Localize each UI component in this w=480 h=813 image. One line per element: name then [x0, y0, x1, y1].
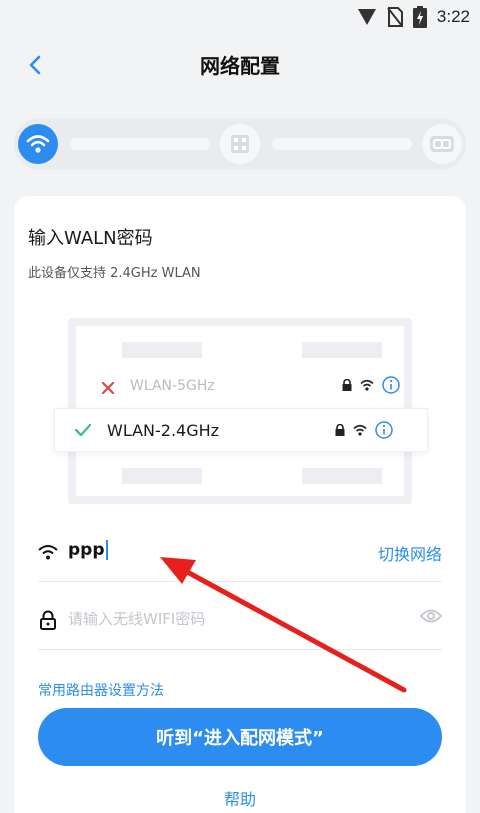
placeholder-bar: [122, 342, 202, 358]
check-icon: [75, 424, 91, 436]
password-input[interactable]: [68, 604, 388, 634]
wifi-name-input[interactable]: ppp: [68, 540, 108, 560]
card-title: 输入WALN密码: [28, 228, 153, 249]
info-icon: [375, 421, 393, 439]
lock-icon: [335, 424, 345, 436]
password-row: [38, 594, 442, 650]
wlan5-row: WLAN-5GHz: [90, 374, 400, 404]
info-icon: [382, 376, 400, 394]
grid-icon: [231, 135, 249, 153]
step-device: [220, 124, 260, 164]
wifi-icon: [360, 379, 374, 391]
lock-icon: [342, 379, 352, 391]
placeholder-bar: [302, 468, 382, 484]
signal-icon: [357, 9, 376, 25]
wifi-icon: [353, 424, 367, 436]
header: 网络配置: [0, 40, 480, 90]
placeholder-bar: [302, 342, 382, 358]
enter-pairing-mode-button[interactable]: 听到“进入配网模式”: [38, 708, 442, 766]
wifi-icon: [26, 135, 50, 153]
router-setup-link[interactable]: 常用路由器设置方法: [38, 680, 164, 700]
wifi-name-row[interactable]: ppp 切换网络: [38, 532, 442, 582]
wlan5-label: WLAN-5GHz: [130, 378, 215, 394]
no-sim-icon: [387, 7, 403, 27]
status-bar: 3:22: [0, 0, 480, 34]
step-line: [70, 138, 210, 150]
step-connect: [422, 124, 462, 164]
wifi-config-card: 输入WALN密码 此设备仅支持 2.4GHz WLAN WLAN-5GHz WL…: [14, 196, 466, 813]
placeholder-bar: [122, 468, 202, 484]
cross-icon: [102, 382, 114, 394]
eye-icon[interactable]: [420, 608, 442, 624]
page-title: 网络配置: [200, 54, 280, 78]
lock-icon: [40, 610, 56, 630]
step-wifi: [18, 124, 58, 164]
card-subtitle: 此设备仅支持 2.4GHz WLAN: [28, 266, 201, 281]
wlan24-row: WLAN-2.4GHz: [54, 408, 428, 452]
step-line: [272, 138, 412, 150]
wifi-icon: [38, 545, 58, 560]
help-link[interactable]: 帮助: [14, 786, 466, 810]
step-progress: [14, 118, 466, 170]
switch-network-link[interactable]: 切换网络: [378, 541, 442, 565]
text-caret: [105, 540, 108, 560]
battery-charging-icon: [412, 6, 427, 28]
status-time: 3:22: [436, 7, 470, 26]
wlan24-label: WLAN-2.4GHz: [107, 421, 220, 440]
link-icon: [430, 136, 454, 152]
